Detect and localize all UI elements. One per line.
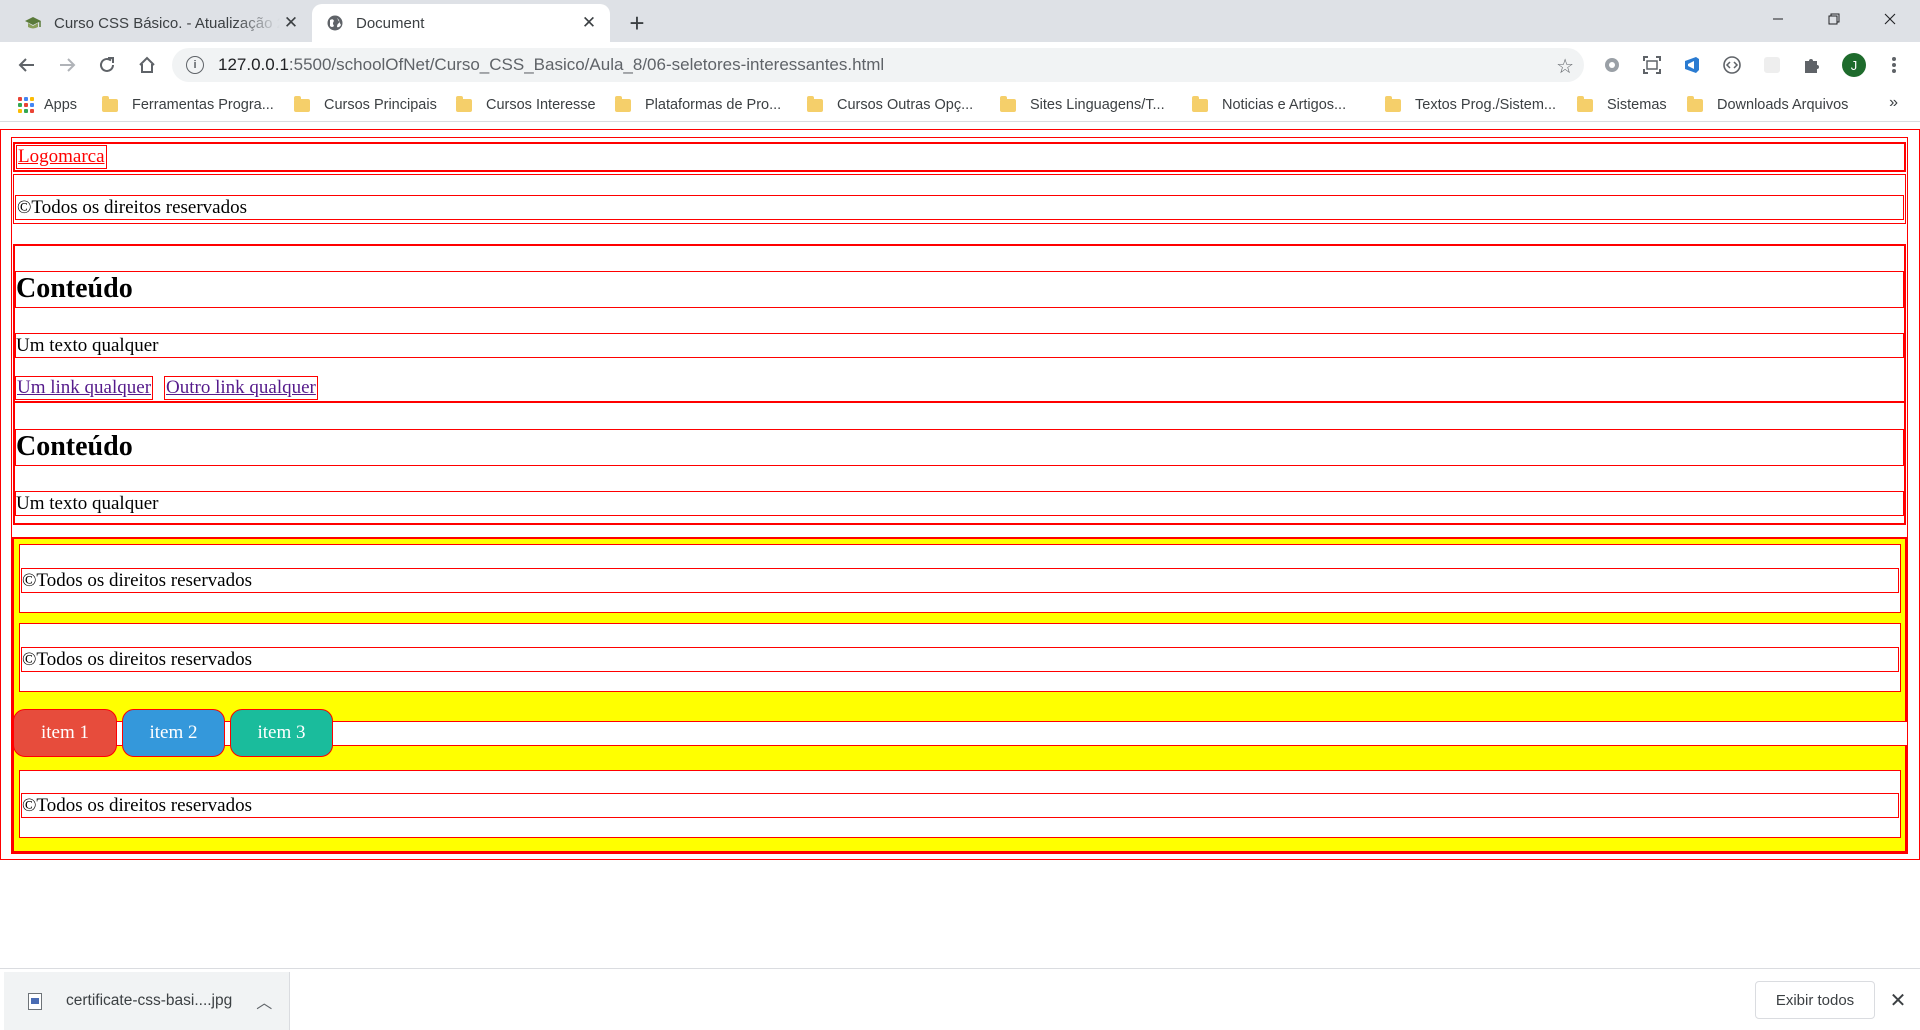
globe-icon [326,14,344,32]
folder-icon [1385,95,1401,112]
section-text: Um texto qualquer [16,335,159,356]
bookmark-folder[interactable]: Downloads Arquivos [1687,94,1848,116]
vscode-extension-icon[interactable] [1680,53,1704,77]
download-filename: certificate-css-basi....jpg [66,992,233,1009]
url-path: :5500/schoolOfNet/Curso_CSS_Basico/Aula_… [288,55,885,74]
bookmark-folder[interactable]: Cursos Interesse [456,94,596,116]
folder-icon [1000,95,1016,112]
close-window-icon[interactable] [1862,0,1918,38]
header [13,142,1906,172]
code-extension-icon[interactable] [1720,53,1744,77]
browser-toolbar: i 127.0.0.1:5500/schoolOfNet/Curso_CSS_B… [0,42,1920,88]
bookmark-label: Apps [44,97,78,113]
bookmarks-bar: Apps Ferramentas Progra... Cursos Princi… [0,88,1920,122]
minimize-icon[interactable] [1750,0,1806,38]
folder-icon [615,95,631,112]
bookmark-label: Cursos Interesse [486,97,596,113]
bookmark-label: Sistemas [1607,97,1667,113]
bookmark-folder[interactable]: Cursos Outras Opç... [807,94,973,116]
tab-title: Curso CSS Básico. - Atualização 2 [54,14,280,32]
link-um-link[interactable]: Um link qualquer [15,376,154,400]
copyright-text: ©Todos os direitos reservados [22,570,252,591]
bookmark-label: Cursos Outras Opç... [837,97,974,113]
tab-strip: Curso CSS Básico. - Atualização 2 ✕ Docu… [0,0,1920,42]
folder-icon [1577,95,1593,112]
menu-item-3[interactable]: item 3 [230,709,333,757]
reload-icon[interactable] [91,49,123,81]
footer-paragraph [21,568,1899,593]
bookmark-label: Plataformas de Pro... [645,97,782,113]
forward-icon[interactable] [51,49,83,81]
home-icon[interactable] [131,49,163,81]
blank-extension-icon[interactable] [1760,53,1784,77]
menu-item-2[interactable]: item 2 [122,709,225,757]
bookmark-folder[interactable]: Ferramentas Progra... [102,94,274,116]
bookmark-folder[interactable]: Sistemas [1577,94,1667,116]
bookmark-label: Downloads Arquivos [1717,97,1849,113]
close-download-bar-icon[interactable]: ✕ [1885,987,1911,1013]
copyright-text: ©Todos os direitos reservados [22,649,252,670]
menu-item-1[interactable]: item 1 [13,709,117,757]
section-text: Um texto qualquer [16,493,159,514]
copyright-text: ©Todos os direitos reservados [22,795,252,816]
folder-icon [1687,95,1703,112]
bookmark-label: Cursos Principais [324,97,437,113]
profile-avatar[interactable]: J [1842,53,1866,77]
link-outro-link[interactable]: Outro link qualquer [164,376,318,400]
chevron-up-icon[interactable]: ︿ [256,989,272,1013]
section-heading: Conteúdo [16,431,133,462]
folder-icon [102,95,118,112]
bookmarks-overflow-icon[interactable]: » [1889,94,1898,112]
logo-link[interactable]: Logomarca [16,145,107,169]
bookmark-star-icon[interactable]: ☆ [1556,54,1574,79]
folder-icon [807,95,823,112]
url-host: 127.0.0.1 [218,55,289,74]
chrome-menu-icon[interactable] [1882,53,1906,77]
bookmark-label: Noticias e Artigos... [1222,97,1347,113]
site-info-icon[interactable]: i [186,56,204,74]
page-content: Logomarca ©Todos os direitos reservados … [0,123,1920,968]
image-file-icon [28,992,42,1010]
bookmark-label: Ferramentas Progra... [132,97,274,113]
copyright-text: ©Todos os direitos reservados [17,197,247,218]
download-item[interactable]: certificate-css-basi....jpg ︿ [4,972,290,1030]
bookmark-folder[interactable]: Textos Prog./Sistem... [1385,94,1556,116]
close-tab-icon[interactable]: ✕ [578,12,600,34]
extension-gear-icon[interactable] [1600,53,1624,77]
graduation-cap-icon [24,14,42,32]
bookmark-folder[interactable]: Noticias e Artigos... [1192,94,1346,116]
heading-box [15,429,1904,466]
paragraph-box [15,491,1904,516]
close-tab-icon[interactable]: ✕ [280,12,302,34]
bookmark-folder[interactable]: Sites Linguagens/T... [1000,94,1165,116]
footer-paragraph [21,647,1899,672]
bookmark-label: Textos Prog./Sistem... [1415,97,1557,113]
bookmark-label: Sites Linguagens/T... [1030,97,1165,113]
tab-curso-css[interactable]: Curso CSS Básico. - Atualização 2 ✕ [0,4,312,42]
folder-icon [1192,95,1208,112]
address-bar[interactable]: i 127.0.0.1:5500/schoolOfNet/Curso_CSS_B… [172,48,1584,82]
bookmark-folder[interactable]: Plataformas de Pro... [615,94,781,116]
new-tab-icon[interactable]: + [622,8,652,38]
folder-icon [456,95,472,112]
screenshot-extension-icon[interactable] [1640,53,1664,77]
apps-grid-icon [18,97,34,113]
back-icon[interactable] [11,49,43,81]
section-heading: Conteúdo [16,273,133,304]
url-text: 127.0.0.1:5500/schoolOfNet/Curso_CSS_Bas… [218,55,884,75]
footer-paragraph [21,793,1899,818]
extensions-puzzle-icon[interactable] [1800,53,1824,77]
bookmark-apps[interactable]: Apps [18,94,77,116]
show-all-downloads-button[interactable]: Exibir todos [1755,981,1875,1019]
heading-box [15,271,1904,308]
paragraph-box [15,333,1904,358]
tab-document[interactable]: Document ✕ [312,4,610,42]
download-bar: certificate-css-basi....jpg ︿ Exibir tod… [0,968,1920,1030]
footer-paragraph [15,195,1904,220]
bookmark-folder[interactable]: Cursos Principais [294,94,437,116]
tab-title: Document [356,14,425,32]
restore-icon[interactable] [1806,0,1862,38]
folder-icon [294,95,310,112]
